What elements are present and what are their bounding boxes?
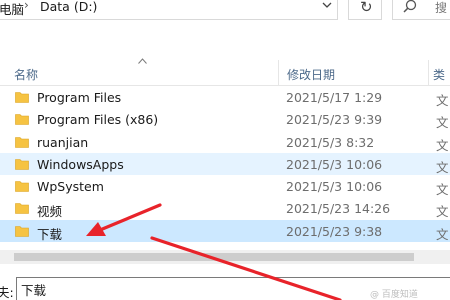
folder-icon — [15, 114, 29, 126]
search-placeholder: 搜 — [435, 1, 448, 15]
file-type: 文 — [436, 115, 449, 131]
column-header-type-label: 类 — [433, 68, 446, 82]
file-date: 2021/5/23 9:38 — [286, 223, 383, 239]
file-row[interactable]: Program Files (x86) 2021/5/23 9:39 文 — [0, 108, 450, 130]
search-box[interactable]: 搜 — [392, 0, 450, 20]
file-type: 文 — [436, 137, 449, 153]
refresh-icon: ↻ — [360, 0, 373, 16]
column-header-name-label: 名称 — [14, 68, 39, 82]
file-row[interactable]: WpSystem 2021/5/3 10:06 文 — [0, 175, 450, 197]
chevron-down-icon[interactable] — [317, 0, 337, 14]
file-row[interactable]: 视频 2021/5/23 14:26 文 — [0, 197, 450, 219]
file-type: 文 — [436, 204, 449, 220]
watermark: @ 百度知道 — [370, 290, 418, 300]
file-name: WindowsApps — [37, 156, 124, 172]
column-header-date-label: 修改日期 — [287, 68, 336, 82]
file-date: 2021/5/3 8:32 — [286, 134, 375, 150]
search-icon — [403, 0, 417, 13]
column-header-date[interactable]: 修改日期 — [278, 60, 428, 86]
file-date: 2021/5/23 14:26 — [286, 201, 391, 217]
file-name: Program Files — [37, 90, 122, 105]
file-name: WpSystem — [37, 179, 104, 195]
address-bar[interactable]: 电脑 › Data (D:) — [0, 0, 338, 20]
file-name: 视频 — [37, 204, 63, 220]
file-type: 文 — [436, 159, 449, 175]
folder-icon — [15, 92, 29, 103]
folder-icon — [15, 136, 29, 148]
column-header-type[interactable]: 类 — [428, 60, 450, 86]
file-row[interactable]: Program Files 2021/5/17 1:29 文 — [0, 86, 450, 108]
file-type: 文 — [436, 182, 449, 198]
address-path[interactable]: Data (D:) — [40, 0, 97, 14]
file-date: 2021/5/17 1:29 — [286, 90, 383, 105]
folder-icon — [15, 203, 29, 215]
navigation-bar: 电脑 › Data (D:) ↻ 搜 — [0, 0, 450, 24]
refresh-button[interactable]: ↻ — [348, 0, 382, 20]
file-name: 下载 — [37, 226, 63, 242]
file-type: 文 — [436, 226, 449, 242]
file-row[interactable]: 下载 2021/5/23 9:38 文 — [0, 219, 450, 243]
file-date: 2021/5/3 10:06 — [286, 179, 383, 195]
file-type: 文 — [436, 93, 449, 108]
file-name: ruanjian — [37, 134, 89, 150]
folder-icon — [15, 159, 29, 170]
horizontal-scrollbar[interactable] — [0, 250, 450, 264]
sort-up-icon — [138, 58, 147, 64]
folder-icon — [15, 225, 29, 237]
file-row[interactable]: WindowsApps 2021/5/3 10:06 文 — [0, 152, 450, 176]
folder-icon — [15, 181, 29, 192]
address-root[interactable]: 电脑 — [0, 0, 24, 18]
file-date: 2021/5/3 10:06 — [286, 156, 383, 172]
file-name: Program Files (x86) — [37, 112, 159, 128]
address-separator-icon[interactable]: › — [24, 0, 29, 12]
file-list: Program Files 2021/5/17 1:29 文 Program File… — [0, 86, 450, 243]
scrollbar-thumb[interactable] — [14, 253, 414, 261]
filename-label: 夫: — [0, 285, 14, 300]
file-row[interactable]: ruanjian 2021/5/3 8:32 文 — [0, 131, 450, 153]
file-date: 2021/5/23 9:39 — [286, 112, 383, 128]
